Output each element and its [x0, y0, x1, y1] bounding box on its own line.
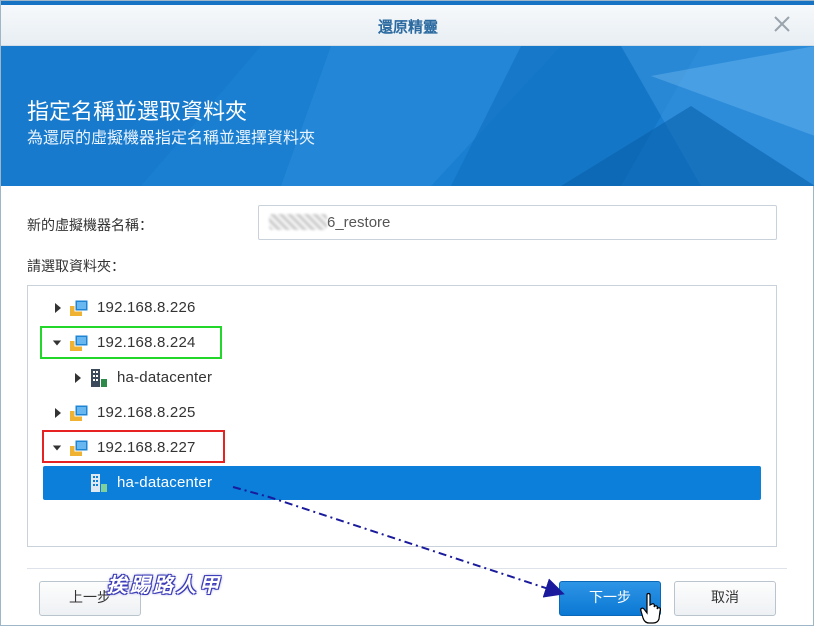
- red-highlight-box: [42, 430, 225, 463]
- folder-tree[interactable]: 192.168.8.226 192.168.8.224 ha-datacente…: [27, 285, 777, 547]
- vm-name-value: 6_restore: [327, 214, 391, 231]
- tree-node-label: ha-datacenter: [117, 474, 213, 491]
- tree-node-host[interactable]: 192.168.8.225: [28, 398, 768, 428]
- tree-node-datacenter-selected[interactable]: ha-datacenter: [28, 468, 768, 498]
- cancel-button[interactable]: 取消: [674, 581, 776, 616]
- wizard-banner: 指定名稱並選取資料夾 為還原的虛擬機器指定名稱並選擇資料夾: [1, 46, 814, 186]
- expand-arrow-icon[interactable]: [73, 372, 83, 384]
- tree-node-label: 192.168.8.225: [97, 404, 196, 421]
- close-icon[interactable]: [771, 13, 793, 35]
- folder-label: 請選取資料夾：: [27, 259, 125, 275]
- banner-title: 指定名稱並選取資料夾: [27, 100, 248, 125]
- expand-arrow-icon[interactable]: [53, 407, 63, 419]
- banner-subtitle: 為還原的虛擬機器指定名稱並選擇資料夾: [27, 128, 316, 147]
- vm-name-label: 新的虛擬機器名稱：: [27, 218, 153, 234]
- green-highlight-box: [40, 326, 222, 359]
- tree-node-host[interactable]: 192.168.8.226: [28, 293, 768, 323]
- tree-node-label: 192.168.8.226: [97, 299, 196, 316]
- dialog-title: 還原精靈: [377, 18, 438, 36]
- tree-node-label: ha-datacenter: [117, 369, 213, 386]
- tree-node-datacenter[interactable]: ha-datacenter: [28, 363, 768, 393]
- datacenter-icon: [91, 474, 107, 492]
- restore-wizard-dialog: 還原精靈 指定名稱並選取資料夾 為還原的虛擬機器指定名稱並選擇資料夾 新的虛擬機…: [0, 0, 814, 626]
- host-icon: [70, 299, 89, 316]
- expand-arrow-icon[interactable]: [53, 302, 63, 314]
- redacted-text: [269, 214, 327, 230]
- watermark: 挨踢路人甲: [107, 573, 222, 597]
- title-bar: 還原精靈: [1, 5, 814, 46]
- datacenter-icon: [91, 369, 107, 387]
- host-icon: [70, 404, 89, 421]
- vm-name-input[interactable]: 6_restore: [258, 205, 777, 240]
- next-button[interactable]: 下一步: [559, 581, 661, 616]
